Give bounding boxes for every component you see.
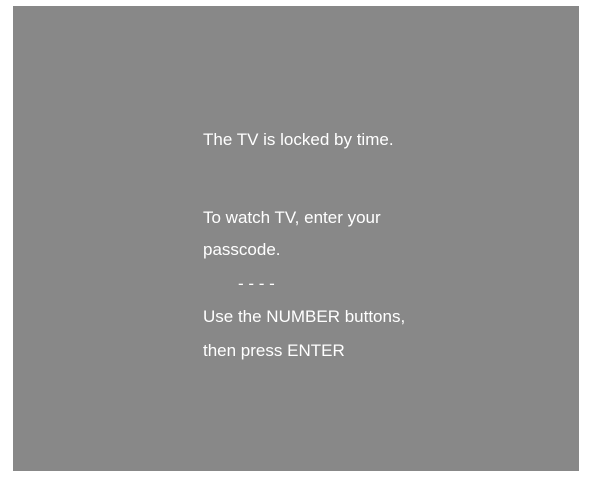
lock-title: The TV is locked by time. [203,130,394,149]
passcode-input[interactable]: - - - - [238,274,275,294]
hint-line-2: then press ENTER [203,341,345,360]
tv-lock-screen: The TV is locked by time. To watch TV, e… [13,6,579,471]
instruction-line-1: To watch TV, enter your [203,208,381,227]
instruction-line-2: passcode. [203,240,281,259]
hint-line-1: Use the NUMBER buttons, [203,307,406,326]
